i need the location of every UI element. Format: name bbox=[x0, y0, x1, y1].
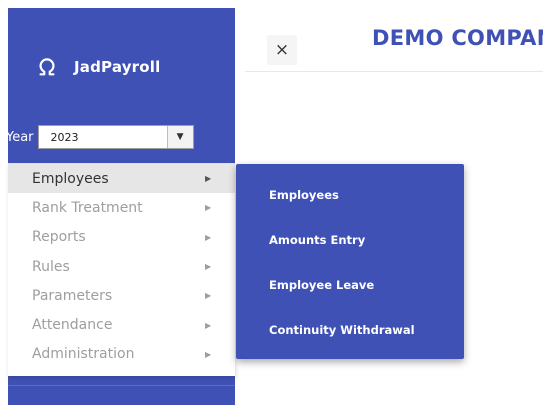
menu-item-employees[interactable]: Employees ▶ bbox=[8, 164, 235, 194]
caret-right-icon: ▶ bbox=[205, 232, 212, 242]
close-button[interactable]: × bbox=[267, 35, 297, 65]
year-selector: Year 2023 ▼ bbox=[6, 125, 194, 149]
year-select[interactable]: 2023 ▼ bbox=[37, 125, 194, 149]
caret-right-icon: ▶ bbox=[205, 203, 212, 213]
menu-item-label: Rules bbox=[32, 258, 70, 275]
menu-item-label: Parameters bbox=[32, 287, 113, 304]
menu-item-label: Reports bbox=[32, 229, 86, 246]
brand[interactable]: JadPayroll bbox=[36, 56, 160, 78]
close-icon: × bbox=[274, 40, 290, 60]
sidebar-divider bbox=[8, 385, 235, 386]
submenu-item-amounts-entry[interactable]: Amounts Entry bbox=[236, 217, 464, 262]
menu-item-label: Administration bbox=[32, 346, 135, 363]
submenu-item-continuity-withdrawal[interactable]: Continuity Withdrawal bbox=[236, 307, 464, 352]
menu-item-rank-treatment[interactable]: Rank Treatment ▶ bbox=[8, 193, 235, 222]
year-value: 2023 bbox=[50, 130, 79, 144]
menu-item-label: Rank Treatment bbox=[32, 199, 143, 216]
menu-item-attendance[interactable]: Attendance ▶ bbox=[8, 310, 235, 339]
company-title: DEMO COMPANY bbox=[372, 26, 543, 50]
caret-right-icon: ▶ bbox=[205, 320, 212, 330]
menu-item-label: Attendance bbox=[32, 317, 113, 334]
menu-item-parameters[interactable]: Parameters ▶ bbox=[8, 281, 235, 310]
header: × DEMO COMPANY bbox=[245, 8, 543, 72]
omega-logo-icon bbox=[39, 58, 55, 76]
app-page: JadPayroll Year 2023 ▼ Employees ▶ Rank … bbox=[0, 0, 543, 405]
menu-item-reports[interactable]: Reports ▶ bbox=[8, 223, 235, 252]
caret-right-icon: ▶ bbox=[205, 349, 212, 359]
caret-right-icon: ▶ bbox=[205, 174, 212, 184]
caret-right-icon: ▶ bbox=[205, 262, 212, 272]
submenu-item-employees[interactable]: Employees bbox=[236, 172, 464, 217]
main-menu: Employees ▶ Rank Treatment ▶ Reports ▶ R… bbox=[8, 163, 235, 376]
menu-item-label: Employees bbox=[32, 170, 109, 187]
year-label: Year bbox=[6, 129, 34, 145]
dropdown-arrow-icon[interactable]: ▼ bbox=[166, 126, 193, 148]
menu-item-administration[interactable]: Administration ▶ bbox=[8, 340, 235, 369]
brand-name: JadPayroll bbox=[74, 58, 161, 76]
caret-right-icon: ▶ bbox=[205, 291, 212, 301]
submenu-item-employee-leave[interactable]: Employee Leave bbox=[236, 262, 464, 307]
menu-item-rules[interactable]: Rules ▶ bbox=[8, 252, 235, 281]
employees-submenu: Employees Amounts Entry Employee Leave C… bbox=[236, 164, 464, 359]
